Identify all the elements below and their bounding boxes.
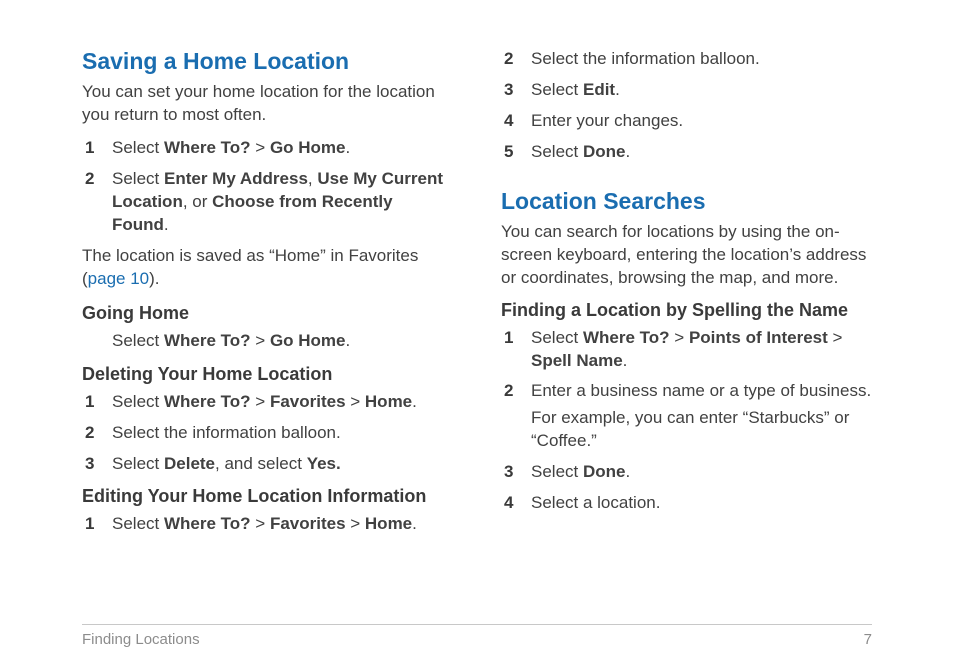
deleting-home-title: Deleting Your Home Location (82, 364, 453, 385)
poi-bold: Points of Interest (689, 328, 828, 347)
where-to-bold: Where To? (164, 331, 251, 350)
finding-step-4: Select a location. (501, 492, 872, 515)
editing-home-title: Editing Your Home Location Information (82, 486, 453, 507)
edit-bold: Edit (583, 80, 615, 99)
text: Select (112, 454, 164, 473)
text: Select (112, 138, 164, 157)
note-text-b: ). (149, 269, 159, 288)
going-home-title: Going Home (82, 303, 453, 324)
footer-section-label: Finding Locations (82, 631, 200, 648)
content-columns: Saving a Home Location You can set your … (82, 48, 872, 608)
editing-step-5: Select Done. (501, 141, 872, 164)
text: Select (112, 392, 164, 411)
where-to-bold: Where To? (164, 138, 251, 157)
deleting-step-1: Select Where To? > Favorites > Home. (82, 391, 453, 414)
where-to-bold: Where To? (164, 392, 251, 411)
page-footer: Finding Locations 7 (82, 624, 872, 648)
finding-step-1: Select Where To? > Points of Interest > … (501, 327, 872, 373)
period: . (346, 138, 351, 157)
yes-bold: Yes. (307, 454, 341, 473)
favorites-bold: Favorites (270, 514, 346, 533)
footer-page-number: 7 (864, 631, 872, 648)
where-to-bold: Where To? (583, 328, 670, 347)
sep: > (346, 392, 365, 411)
period: . (346, 331, 351, 350)
going-home-line: Select Where To? > Go Home. (82, 330, 453, 353)
sep: > (346, 514, 365, 533)
period: . (164, 215, 169, 234)
enter-address-bold: Enter My Address (164, 169, 308, 188)
saving-home-title: Saving a Home Location (82, 48, 453, 75)
text: Select (531, 462, 583, 481)
finding-spelling-title: Finding a Location by Spelling the Name (501, 300, 872, 321)
where-to-bold: Where To? (164, 514, 251, 533)
period: . (625, 142, 630, 161)
editing-home-steps: Select Where To? > Favorites > Home. (82, 513, 453, 536)
finding-step-2-example: For example, you can enter “Starbucks” o… (531, 407, 872, 453)
location-searches-intro: You can search for locations by using th… (501, 221, 872, 290)
home-bold: Home (365, 514, 412, 533)
period: . (623, 351, 628, 370)
spell-name-bold: Spell Name (531, 351, 623, 370)
period: . (615, 80, 620, 99)
editing-step-1: Select Where To? > Favorites > Home. (82, 513, 453, 536)
text: Select (531, 328, 583, 347)
sep: , or (183, 192, 212, 211)
sep: > (828, 328, 843, 347)
left-column: Saving a Home Location You can set your … (82, 48, 453, 608)
saving-home-intro: You can set your home location for the l… (82, 81, 453, 127)
editing-step-2: Select the information balloon. (501, 48, 872, 71)
sep: , and select (215, 454, 307, 473)
go-home-bold: Go Home (270, 331, 346, 350)
deleting-step-3: Select Delete, and select Yes. (82, 453, 453, 476)
finding-spelling-steps: Select Where To? > Points of Interest > … (501, 327, 872, 516)
saving-step-1: Select Where To? > Go Home. (82, 137, 453, 160)
text: Select (112, 514, 164, 533)
right-column: Select the information balloon. Select E… (501, 48, 872, 608)
done-bold: Done (583, 462, 626, 481)
sep: > (670, 328, 689, 347)
saving-step-2: Select Enter My Address, Use My Current … (82, 168, 453, 237)
finding-step-3: Select Done. (501, 461, 872, 484)
deleting-home-steps: Select Where To? > Favorites > Home. Sel… (82, 391, 453, 476)
period: . (625, 462, 630, 481)
text: Select (531, 142, 583, 161)
period: . (412, 392, 417, 411)
sep: > (251, 331, 270, 350)
finding-step-2: Enter a business name or a type of busin… (501, 380, 872, 453)
text: Select (531, 80, 583, 99)
saving-note: The location is saved as “Home” in Favor… (82, 245, 453, 291)
editing-step-4: Enter your changes. (501, 110, 872, 133)
text: Select (112, 169, 164, 188)
location-searches-title: Location Searches (501, 188, 872, 215)
delete-bold: Delete (164, 454, 215, 473)
text: Enter a business name or a type of busin… (531, 381, 871, 400)
editing-step-3: Select Edit. (501, 79, 872, 102)
editing-home-steps-cont: Select the information balloon. Select E… (501, 48, 872, 164)
sep: > (251, 514, 270, 533)
saving-home-steps: Select Where To? > Go Home. Select Enter… (82, 137, 453, 237)
sep: , (308, 169, 317, 188)
sep: > (251, 392, 270, 411)
text: Select (112, 331, 164, 350)
favorites-bold: Favorites (270, 392, 346, 411)
page-10-link[interactable]: page 10 (88, 269, 149, 288)
period: . (412, 514, 417, 533)
sep: > (251, 138, 270, 157)
deleting-step-2: Select the information balloon. (82, 422, 453, 445)
done-bold: Done (583, 142, 626, 161)
go-home-bold: Go Home (270, 138, 346, 157)
home-bold: Home (365, 392, 412, 411)
